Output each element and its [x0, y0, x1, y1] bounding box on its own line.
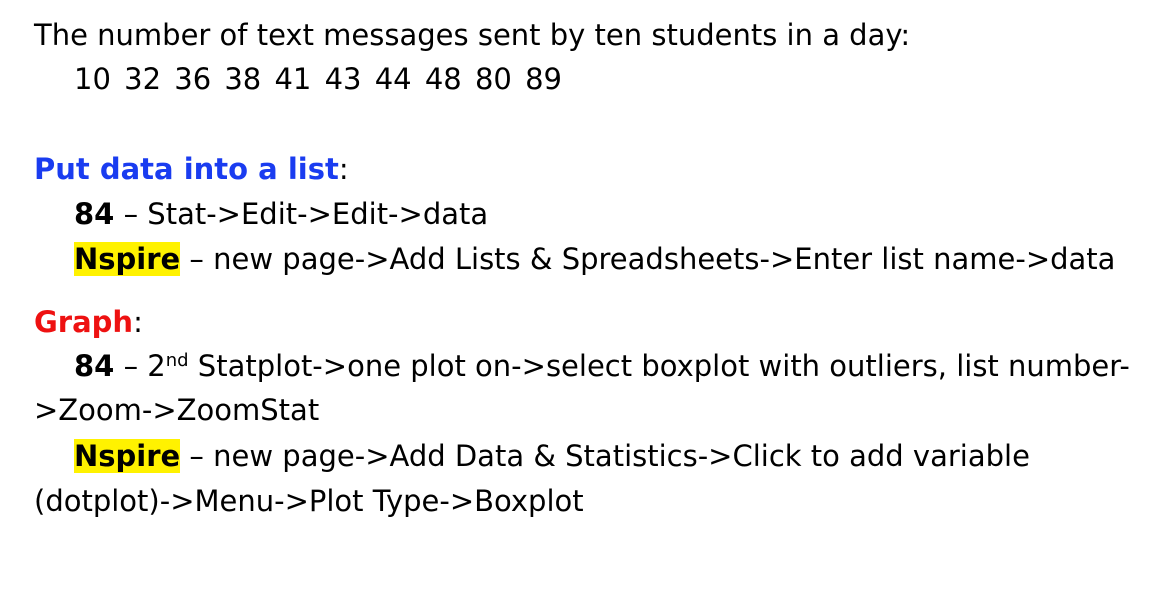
ti84-superscript: nd [165, 350, 189, 371]
nspire-instructions: – new page->Add Lists & Spreadsheets->En… [180, 242, 1116, 276]
nspire-label: Nspire [74, 242, 181, 276]
list-nspire-step: Nspire – new page->Add Lists & Spreadshe… [74, 242, 1115, 276]
nspire-label: Nspire [74, 439, 181, 473]
ti84-prefix: – 2 [114, 349, 166, 383]
nspire-instructions-b: (dotplot)->Menu->Plot Type->Boxplot [34, 484, 584, 518]
section-graph-colon: : [133, 305, 143, 339]
section-list-heading: Put data into a list [34, 152, 339, 186]
intro-text: The number of text messages sent by ten … [34, 18, 911, 52]
section-graph-heading-line: Graph: [34, 305, 143, 339]
list-ti84-step: 84 – Stat->Edit->Edit->data [74, 197, 488, 231]
section-list-colon: : [338, 152, 349, 186]
data-values: 10 32 36 38 41 43 44 48 80 89 [74, 62, 562, 96]
ti84-label: 84 [74, 197, 115, 231]
ti84-label: 84 [74, 349, 115, 383]
nspire-instructions-a: – new page->Add Data & Statistics->Click… [180, 439, 1030, 473]
graph-ti84-step: 84 – 2nd Statplot->one plot on->select b… [74, 349, 1130, 383]
graph-nspire-step: Nspire – new page->Add Data & Statistics… [74, 439, 1030, 473]
ti84-instructions: – Stat->Edit->Edit->data [114, 197, 489, 231]
ti84-instructions-a: Statplot->one plot on->select boxplot wi… [188, 349, 1130, 383]
section-list-heading-line: Put data into a list: [34, 152, 349, 186]
section-graph-heading: Graph [34, 305, 134, 339]
ti84-instructions-b: >Zoom->ZoomStat [34, 393, 320, 427]
